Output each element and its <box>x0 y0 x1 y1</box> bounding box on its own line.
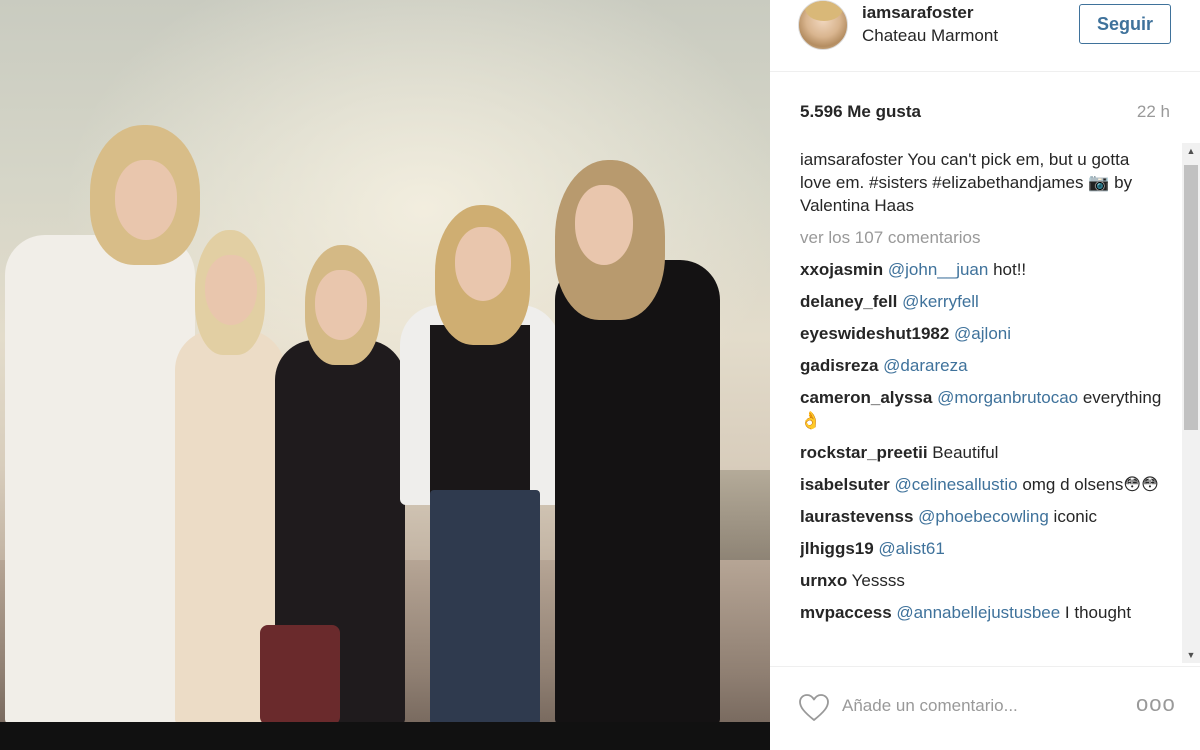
comment-mention[interactable]: @morganbrutocao <box>937 388 1078 407</box>
comment-username[interactable]: xxojasmin <box>800 260 883 279</box>
post-photo[interactable] <box>0 0 770 750</box>
user-avatar[interactable] <box>798 0 848 50</box>
comment-username[interactable]: mvpaccess <box>800 603 892 622</box>
post-timestamp[interactable]: 22 h <box>1137 102 1170 122</box>
comment-item: gadisreza @darareza <box>800 354 1165 377</box>
comment-mention[interactable]: @phoebecowling <box>918 507 1049 526</box>
comment-mention[interactable]: @ajloni <box>954 324 1011 343</box>
comment-text: iconic <box>1048 507 1098 526</box>
comment-item: isabelsuter @celinesallustio omg d olsen… <box>800 473 1165 496</box>
comment-input[interactable] <box>842 692 1122 720</box>
scroll-up-arrow-icon[interactable]: ▲ <box>1182 143 1200 159</box>
comment-username[interactable]: rockstar_preetii <box>800 443 928 462</box>
comment-username[interactable]: urnxo <box>800 571 847 590</box>
comment-text: Beautiful <box>927 443 999 462</box>
comment-item: jlhiggs19 @alist61 <box>800 537 1165 560</box>
comment-text: hot!! <box>988 260 1027 279</box>
heart-icon[interactable] <box>798 693 830 723</box>
hashtag-sisters[interactable]: #sisters <box>869 173 928 192</box>
comment-username[interactable]: gadisreza <box>800 356 878 375</box>
comment-username[interactable]: laurastevenss <box>800 507 913 526</box>
comment-username[interactable]: eyeswideshut1982 <box>800 324 949 343</box>
comment-username[interactable]: cameron_alyssa <box>800 388 932 407</box>
photo-person-5 <box>545 160 725 725</box>
comment-text: Yessss <box>847 571 905 590</box>
comment-item: rockstar_preetii Beautiful <box>800 441 1165 464</box>
post-username[interactable]: iamsarafoster <box>862 3 974 23</box>
comment-username[interactable]: isabelsuter <box>800 475 890 494</box>
photo-person-4 <box>395 205 565 725</box>
post-details-panel: iamsarafoster Chateau Marmont Seguir 5.5… <box>770 0 1200 750</box>
post-caption: iamsarafoster You can't pick em, but u g… <box>800 148 1165 217</box>
comment-mention[interactable]: @darareza <box>883 356 967 375</box>
comment-username[interactable]: jlhiggs19 <box>800 539 874 558</box>
post-header: iamsarafoster Chateau Marmont Seguir <box>770 0 1200 72</box>
comment-item: cameron_alyssa @morganbrutocao everythin… <box>800 386 1165 432</box>
comment-item: delaney_fell @kerryfell <box>800 290 1165 313</box>
comment-item: mvpaccess @annabellejustusbee I thought <box>800 601 1165 624</box>
caption-username[interactable]: iamsarafoster <box>800 150 903 169</box>
photo-person-3 <box>260 245 410 725</box>
comment-username[interactable]: delaney_fell <box>800 292 897 311</box>
comment-item: eyeswideshut1982 @ajloni <box>800 322 1165 345</box>
more-options-icon[interactable]: ooo <box>1136 691 1176 717</box>
comments-scrollbar[interactable]: ▲ ▼ <box>1182 143 1200 663</box>
photo-bottom-edge <box>0 722 770 750</box>
post-location[interactable]: Chateau Marmont <box>862 26 998 46</box>
comment-mention[interactable]: @kerryfell <box>902 292 979 311</box>
comment-mention[interactable]: @alist61 <box>878 539 944 558</box>
comment-text: I thought <box>1060 603 1132 622</box>
comment-footer: ooo <box>770 666 1200 750</box>
comment-mention[interactable]: @annabellejustusbee <box>896 603 1060 622</box>
comment-item: urnxo Yessss <box>800 569 1165 592</box>
view-all-comments-link[interactable]: ver los 107 comentarios <box>800 226 1165 249</box>
comment-item: laurastevenss @phoebecowling iconic <box>800 505 1165 528</box>
comment-text: omg d olsens😳😳 <box>1017 475 1159 494</box>
comments-list[interactable]: iamsarafoster You can't pick em, but u g… <box>800 148 1165 665</box>
comment-mention[interactable]: @celinesallustio <box>895 475 1018 494</box>
hashtag-elizabethandjames[interactable]: #elizabethandjames <box>932 173 1083 192</box>
scrollbar-thumb[interactable] <box>1184 165 1198 430</box>
follow-button[interactable]: Seguir <box>1079 4 1171 44</box>
scroll-down-arrow-icon[interactable]: ▼ <box>1182 647 1200 663</box>
comment-mention[interactable]: @john__juan <box>888 260 988 279</box>
likes-count[interactable]: 5.596 Me gusta <box>800 102 921 122</box>
comment-item: xxojasmin @john__juan hot!! <box>800 258 1165 281</box>
